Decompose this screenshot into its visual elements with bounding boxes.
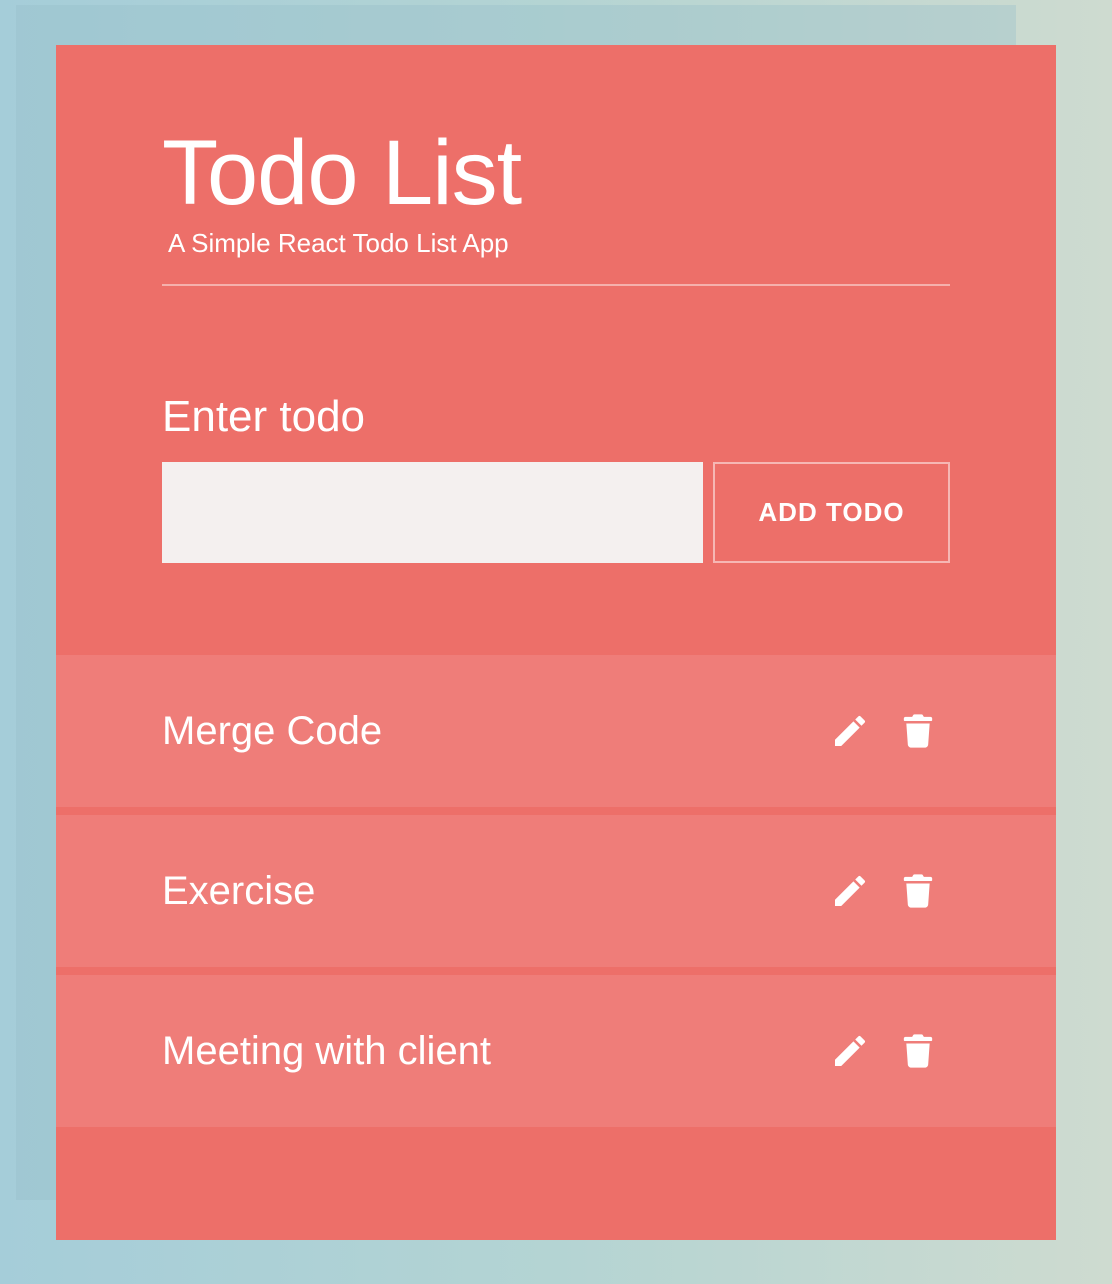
todo-item-text: Exercise: [162, 869, 316, 913]
pencil-icon[interactable]: [828, 1029, 872, 1073]
app-header: Todo List A Simple React Todo List App: [162, 123, 950, 259]
todo-item: Meeting with client: [56, 975, 1056, 1127]
todo-app-card: Todo List A Simple React Todo List App E…: [56, 45, 1056, 1240]
pencil-icon[interactable]: [828, 709, 872, 753]
add-todo-button[interactable]: ADD TODO: [713, 462, 950, 563]
pencil-icon[interactable]: [828, 869, 872, 913]
todo-item-text: Meeting with client: [162, 1029, 492, 1073]
page-subtitle: A Simple React Todo List App: [168, 228, 509, 258]
header-divider: [162, 284, 950, 286]
todo-input[interactable]: [162, 462, 703, 563]
todo-item-text: Merge Code: [162, 709, 383, 753]
todo-input-label: Enter todo: [162, 392, 366, 441]
todo-item: Exercise: [56, 815, 1056, 967]
todo-item: Merge Code: [56, 655, 1056, 807]
todo-list: Merge Code Exercise Meeting with client: [56, 655, 1056, 1135]
trash-icon[interactable]: [896, 709, 940, 753]
trash-icon[interactable]: [896, 1029, 940, 1073]
trash-icon[interactable]: [896, 869, 940, 913]
page-title: Todo List: [162, 122, 522, 224]
